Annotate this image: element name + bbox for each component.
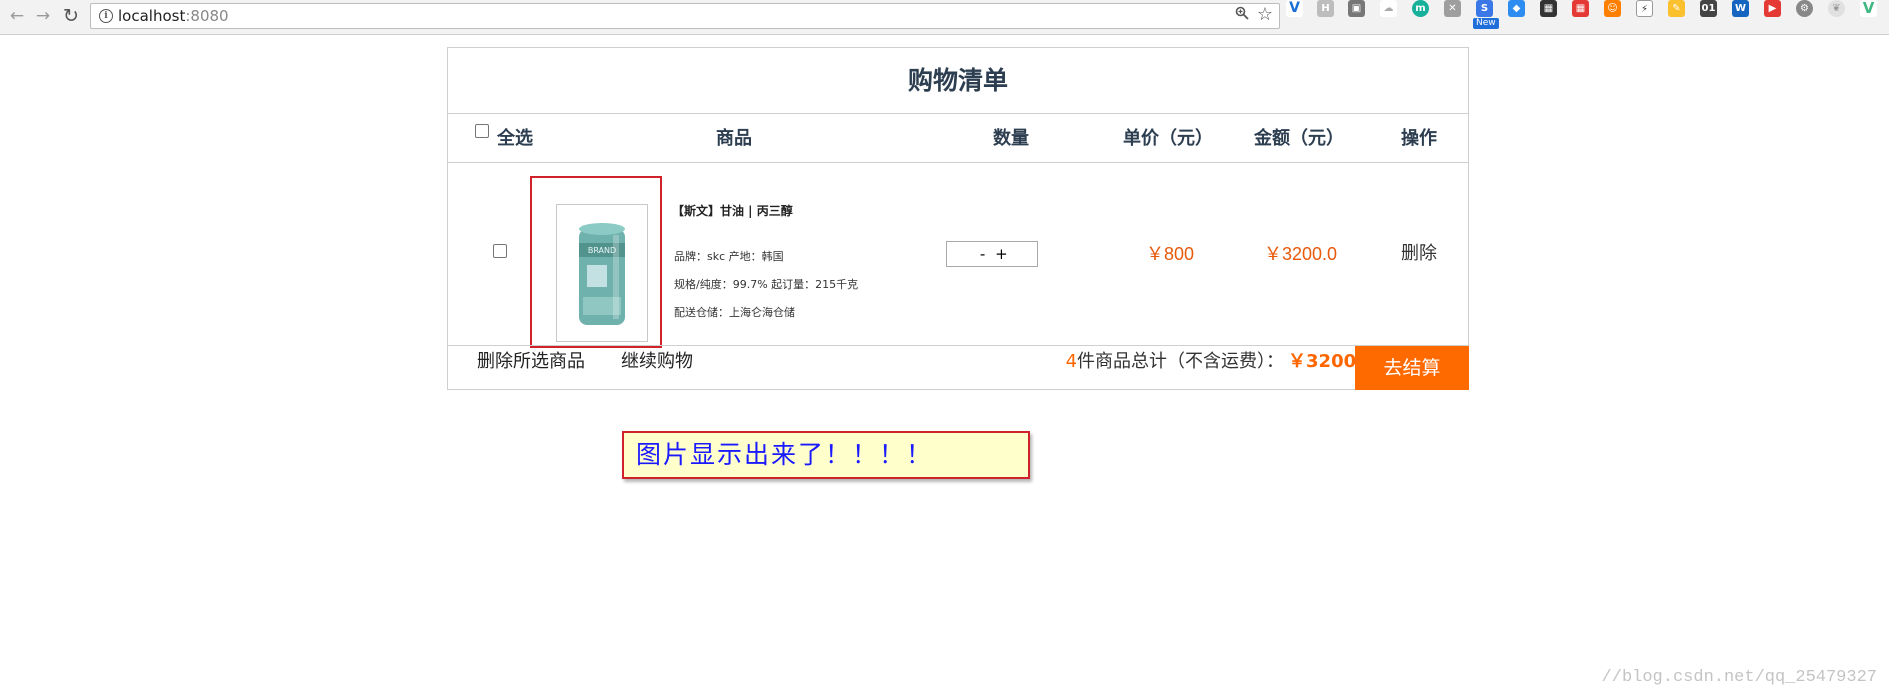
header-quantity: 数量 [993, 128, 1029, 148]
forward-icon[interactable]: → [32, 5, 54, 27]
pencil-extension-icon[interactable]: ✎ [1668, 0, 1685, 17]
cart-title: 购物清单 [907, 67, 1008, 95]
cart-total: 4件商品总计（不含运费）： ￥3200.00 [1008, 346, 1388, 378]
url-port: :8080 [185, 7, 229, 25]
delete-button[interactable]: 删除 [1401, 241, 1437, 267]
orange-extension-icon[interactable]: ☺ [1604, 0, 1621, 17]
header-unit-price: 单价（元） [1123, 128, 1213, 148]
product-image[interactable]: BRAND [556, 204, 648, 342]
product-warehouse: 配送仓储：上海仑海仓储 [674, 306, 795, 319]
m-extension-icon[interactable]: m [1412, 0, 1429, 17]
vuetify-extension-icon[interactable]: V [1286, 0, 1303, 17]
continue-shopping-link[interactable]: 继续购物 [621, 346, 693, 378]
unit-price: ￥800 [1146, 244, 1195, 264]
qty-minus-button[interactable]: - [976, 242, 990, 266]
header-amount: 金额（元） [1254, 128, 1344, 148]
total-label: 件商品总计（不含运费）： [1077, 351, 1285, 372]
quantity-stepper: - + [946, 241, 1038, 267]
shopping-cart: 购物清单 全选 商品 数量 单价（元） 金额（元） 操作 BRAND 【斯文】甘… [447, 47, 1469, 390]
gear-extension-icon[interactable]: ⚙ [1796, 0, 1813, 17]
leaf-extension-icon[interactable]: ❦ [1828, 0, 1845, 17]
address-bar[interactable]: i localhost:8080 ☆ [90, 3, 1280, 29]
product-image-label: BRAND [588, 246, 616, 255]
w-extension-icon[interactable]: W [1732, 0, 1749, 17]
red-extension-icon[interactable]: ▦ [1572, 0, 1589, 17]
screen-extension-icon[interactable]: ▣ [1348, 0, 1365, 17]
blue-extension-icon[interactable]: ◆ [1508, 0, 1525, 17]
divider [448, 162, 1468, 163]
new-badge: New [1473, 18, 1499, 29]
header-action: 操作 [1401, 128, 1437, 148]
select-all-checkbox[interactable] [475, 124, 489, 138]
image-shown-note: 图片显示出来了！！！！ [622, 431, 1030, 479]
grey-extension-icon[interactable]: ✕ [1444, 0, 1461, 17]
item-checkbox[interactable] [493, 244, 507, 258]
bookmark-star-icon[interactable]: ☆ [1257, 4, 1273, 25]
video-extension-icon[interactable]: ▶ [1764, 0, 1781, 17]
file-extension-icon[interactable]: ⚡ [1636, 0, 1653, 17]
url-host: localhost [118, 7, 186, 25]
qty-plus-button[interactable]: + [994, 242, 1008, 266]
item-count: 4 [1065, 351, 1078, 372]
product-brand: 品牌：skc 产地：韩国 [674, 250, 784, 263]
browser-toolbar: ← → ↻ i localhost:8080 ☆ V H ▣ ☁ m ✕ S N… [0, 0, 1889, 35]
product-spec: 规格/纯度：99.7% 起订量：215千克 [674, 278, 859, 291]
h-extension-icon[interactable]: H [1317, 0, 1334, 17]
product-title[interactable]: 【斯文】甘油 | 丙三醇 [672, 202, 793, 219]
watermark: //blog.csdn.net/qq_25479327 [1601, 668, 1877, 687]
delete-selected-button[interactable]: 删除所选商品 [477, 346, 585, 378]
info-icon[interactable]: i [99, 9, 113, 23]
select-all-label[interactable]: 全选 [497, 113, 533, 163]
product-image-highlight: BRAND [530, 176, 662, 348]
checkout-button[interactable]: 去结算 [1355, 346, 1469, 390]
zoom-icon[interactable] [1235, 6, 1249, 24]
cloud-extension-icon[interactable]: ☁ [1380, 0, 1397, 17]
s-extension-icon[interactable]: S [1476, 0, 1493, 17]
back-icon[interactable]: ← [6, 5, 28, 27]
header-product: 商品 [716, 128, 752, 148]
reload-icon[interactable]: ↻ [60, 5, 82, 27]
01-extension-icon[interactable]: 01 [1700, 0, 1717, 17]
vue-devtools-icon[interactable]: V [1860, 0, 1877, 17]
item-amount: ￥3200.0 [1264, 244, 1338, 264]
url-text[interactable]: localhost:8080 [118, 7, 229, 25]
dark-extension-icon[interactable]: ▦ [1540, 0, 1557, 17]
